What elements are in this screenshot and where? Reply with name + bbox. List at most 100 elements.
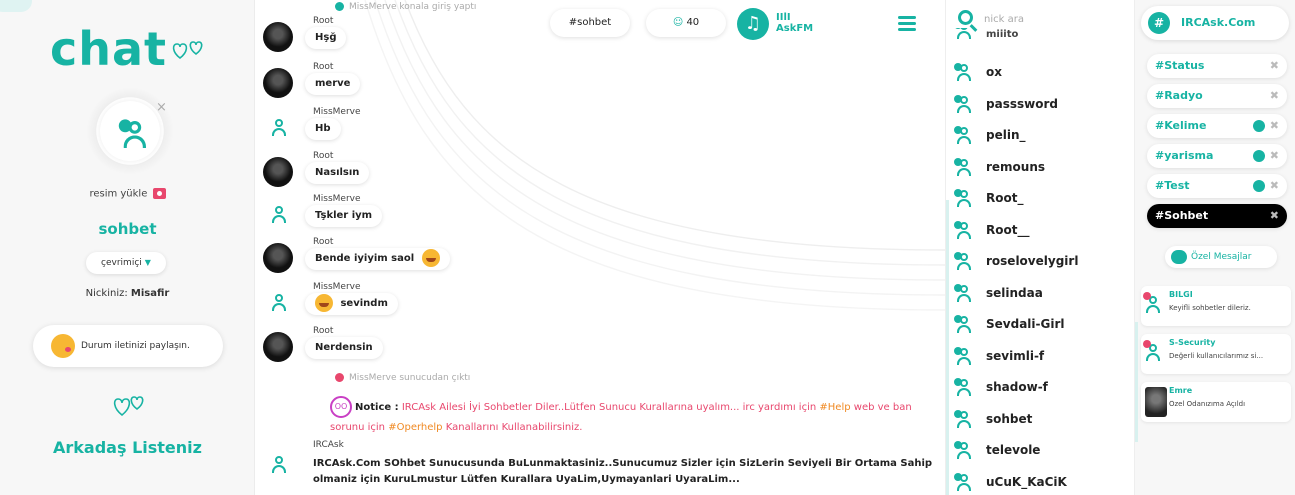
pm-item[interactable]: Emre Özel Odanızıma Açıldı <box>1141 382 1291 422</box>
close-icon[interactable]: ✖ <box>1270 204 1279 228</box>
room-name: #yarisma <box>1155 149 1214 162</box>
profile-panel: chat × resim yükle sohbet çevrimiçi ▼ Nic… <box>0 0 255 495</box>
message-bubble: sevindm <box>305 293 398 315</box>
avatar[interactable] <box>263 22 293 52</box>
friends-list-title[interactable]: Arkadaş Listeniz <box>0 438 255 457</box>
message-author[interactable]: Root <box>313 151 333 161</box>
room-tab[interactable]: #Kelime ✖ <box>1147 114 1287 138</box>
private-messages-button[interactable]: Özel Mesajlar <box>1165 246 1277 268</box>
notice-text: Kanallarını Kullanabilirsiniz. <box>445 422 583 433</box>
message-author[interactable]: Root <box>313 16 333 26</box>
close-icon[interactable]: ✖ <box>1270 54 1279 78</box>
close-icon[interactable]: ✖ <box>1270 84 1279 108</box>
close-icon[interactable]: ✖ <box>1270 174 1279 198</box>
user-list-item[interactable]: televole <box>946 435 1134 467</box>
avatar[interactable] <box>263 332 293 362</box>
music-note-icon[interactable]: ♫ <box>737 8 769 40</box>
app-logo[interactable]: chat <box>50 22 167 76</box>
room-selector[interactable]: #sohbet <box>550 9 630 37</box>
user-icon <box>954 315 972 333</box>
user-icon <box>954 346 972 365</box>
message-author[interactable]: IRCAsk <box>313 440 344 450</box>
pm-sender: BILGI <box>1169 290 1193 299</box>
quit-notice: MissMerve sunucudan çıktı <box>335 373 470 383</box>
user-list-item[interactable]: pelin_ <box>946 120 1134 152</box>
user-list-item[interactable]: shadow-f <box>946 372 1134 404</box>
user-nick: sohbet <box>986 411 1033 426</box>
search-icon <box>958 10 973 25</box>
message-text: Hşğ <box>305 27 347 49</box>
avatar[interactable] <box>263 68 293 98</box>
chat-bubble-icon <box>1253 180 1265 192</box>
user-count-button[interactable]: ☺ 40 <box>646 9 726 37</box>
pm-scroll-track[interactable] <box>1135 322 1138 442</box>
user-list-item[interactable]: Root__ <box>946 215 1134 247</box>
user-icon[interactable] <box>271 456 287 473</box>
brand-name: AskFM <box>776 23 814 34</box>
message-text: Tşkler iym <box>305 205 383 227</box>
user-list-item[interactable]: roselovelygirl <box>946 246 1134 278</box>
user-icon[interactable] <box>271 206 287 223</box>
current-room: sohbet <box>98 220 157 238</box>
user-icon <box>954 28 972 39</box>
user-icon <box>954 472 972 491</box>
avatar[interactable] <box>263 243 293 273</box>
room-tab[interactable]: #Test ✖ <box>1147 174 1287 198</box>
message-text: Nasılsın <box>305 162 370 184</box>
message-author[interactable]: Root <box>313 326 333 336</box>
notice-label: Notice : <box>355 402 399 413</box>
message-author[interactable]: Root <box>313 237 333 247</box>
user-list-item[interactable]: uCuK_KaCiK <box>946 467 1134 495</box>
remove-avatar-icon[interactable]: × <box>156 100 167 115</box>
upload-photo-link[interactable]: resim yükle <box>0 188 255 200</box>
notice-icon: OO <box>330 396 352 418</box>
message-text: Bende iyiyim saol <box>315 253 415 264</box>
user-icon[interactable] <box>271 119 287 136</box>
user-list-item[interactable]: remouns <box>946 152 1134 184</box>
server-header[interactable]: # IRCAsk.Com <box>1141 6 1289 40</box>
room-tab[interactable]: #Radyo ✖ <box>1147 84 1287 108</box>
user-list-item[interactable]: ox <box>946 57 1134 89</box>
nick-label: Nickiniz: <box>85 288 128 299</box>
hamburger-menu-icon[interactable] <box>898 16 916 34</box>
avatar[interactable] <box>263 157 293 187</box>
user-list: ox passsword pelin_ remouns Root_ Root__… <box>946 57 1134 495</box>
room-tab[interactable]: #Status ✖ <box>1147 54 1287 78</box>
chat-bubble-icon <box>1253 150 1265 162</box>
operhelp-channel-link[interactable]: #Operhelp <box>388 422 442 433</box>
hearts-icon <box>172 41 203 60</box>
user-list-item[interactable]: sevimli-f <box>946 341 1134 373</box>
pm-item[interactable]: BILGI Keyifli sohbetler dileriz. <box>1141 286 1291 326</box>
user-list-item[interactable]: selindaa <box>946 278 1134 310</box>
user-list-item[interactable]: passsword <box>946 89 1134 121</box>
user-nick: roselovelygirl <box>986 254 1079 268</box>
message-text: IRCAsk.Com SOhbet Sunucusunda BuLunmakta… <box>313 458 933 485</box>
pm-label: Özel Mesajlar <box>1191 252 1252 262</box>
user-icon[interactable] <box>271 294 287 311</box>
message-author[interactable]: MissMerve <box>313 282 361 292</box>
user-list-item[interactable]: Sevdali-Girl <box>946 309 1134 341</box>
message-text: Hb <box>305 118 341 140</box>
user-icon <box>954 220 972 239</box>
status-share-button[interactable]: Durum iletinizi paylaşın. <box>33 325 223 367</box>
message-author[interactable]: MissMerve <box>313 194 361 204</box>
status-select[interactable]: çevrimiçi ▼ <box>86 252 166 274</box>
pm-item[interactable]: S-Security Değerli kullanıcılarımız si..… <box>1141 334 1291 374</box>
pm-preview: Değerli kullanıcılarımız si... <box>1169 352 1264 360</box>
message-author[interactable]: Root <box>313 62 333 72</box>
close-icon[interactable]: ✖ <box>1270 144 1279 168</box>
room-tab-active[interactable]: #Sohbet ✖ <box>1147 204 1287 228</box>
user-list-item[interactable]: Root_ <box>946 183 1134 215</box>
user-list-panel: nick ara miiito ox passsword pelin_ remo… <box>945 0 1135 495</box>
user-nick: Root__ <box>986 222 1030 237</box>
user-list-item[interactable]: sohbet <box>946 404 1134 436</box>
close-icon[interactable]: ✖ <box>1270 114 1279 138</box>
user-list-item[interactable]: miiito <box>946 28 1134 44</box>
notice-text: IRCAsk Ailesi İyi Sohbetler Diler..Lütfe… <box>401 402 817 413</box>
message-author[interactable]: MissMerve <box>313 107 361 117</box>
unread-badge <box>1143 292 1151 300</box>
room-tab[interactable]: #yarisma ✖ <box>1147 144 1287 168</box>
radio-brand[interactable]: IIlI AskFM <box>776 12 813 34</box>
unread-badge <box>1143 340 1151 348</box>
help-channel-link[interactable]: #Help <box>819 402 850 413</box>
